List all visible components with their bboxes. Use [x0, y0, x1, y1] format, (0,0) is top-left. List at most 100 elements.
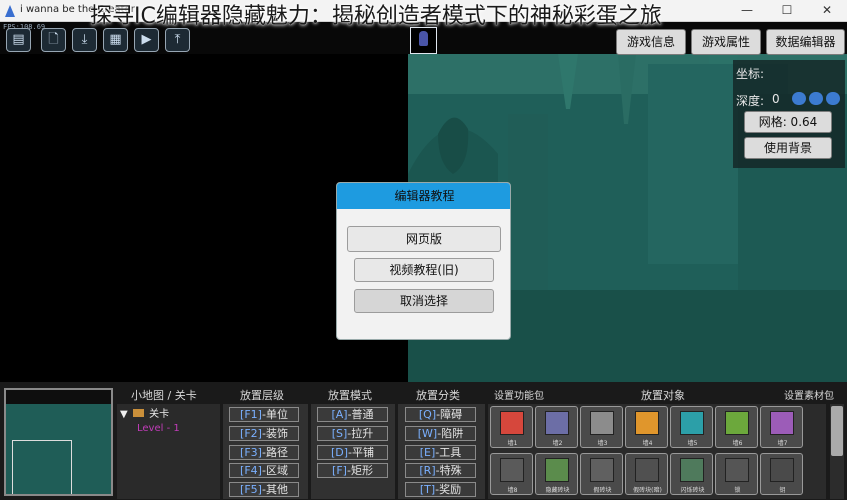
category-key: [W] — [417, 427, 438, 440]
tile-label: 墙4 — [642, 440, 653, 447]
depth-label: 深度: — [736, 94, 765, 108]
tile-preview-icon — [590, 458, 614, 482]
palette-scroll-thumb[interactable] — [831, 406, 843, 456]
tile-label: 假砖块 — [593, 487, 612, 494]
category-key: [E] — [419, 446, 436, 459]
layer-option-unit[interactable]: [F1]-单位 — [229, 407, 299, 422]
minimize-button[interactable]: — — [727, 0, 767, 22]
tile-preview-icon — [635, 458, 659, 482]
tile-preview-icon — [500, 411, 524, 435]
new-file-glyph: 🗋 — [48, 32, 59, 47]
layer-key: [F3] — [240, 446, 262, 459]
play-glyph: ▶ — [141, 32, 152, 47]
layer-text: -装饰 — [261, 427, 288, 440]
upload-glyph: ⤒ — [174, 32, 181, 47]
tile-label: 墙7 — [777, 440, 788, 447]
maximize-button[interactable]: ☐ — [767, 0, 807, 22]
pack-header[interactable]: 设置功能包 — [494, 387, 544, 402]
tile-label: 墙5 — [687, 440, 698, 447]
tile-label: 锁 — [734, 487, 741, 494]
layer-option-other[interactable]: [F5]-其他 — [229, 482, 299, 497]
tile-label: 钥 — [779, 487, 786, 494]
tree-level-row[interactable]: Level - 1 — [137, 423, 180, 434]
layer-option-decor[interactable]: [F2]-装饰 — [229, 426, 299, 441]
data-editor-button[interactable]: 数据编辑器 — [766, 29, 845, 55]
cancel-selection-button[interactable]: 取消选择 — [354, 289, 494, 313]
layer-text: -其他 — [261, 483, 288, 496]
object-tile[interactable]: 墙1 — [490, 406, 533, 448]
object-tile[interactable]: 隐藏砖块 — [535, 453, 578, 495]
layer-option-path[interactable]: [F3]-路径 — [229, 445, 299, 460]
tree-root-label: 关卡 — [149, 409, 170, 420]
category-option-trap[interactable]: [W]-陷阱 — [405, 426, 476, 441]
object-tile[interactable]: 墙7 — [760, 406, 803, 448]
tile-label: 墙6 — [732, 440, 743, 447]
object-tile[interactable]: 钥 — [760, 453, 803, 495]
object-tile[interactable]: 假砖块(暗) — [625, 453, 668, 495]
object-tile[interactable]: 墙5 — [670, 406, 713, 448]
mode-key: [S] — [331, 427, 348, 440]
category-text: -特殊 — [435, 464, 462, 477]
game-props-button[interactable]: 游戏属性 — [691, 29, 761, 55]
object-tile[interactable]: 闪烁砖块 — [670, 453, 713, 495]
property-panel: 坐标: 深度: 0 网格: 0.64 使用背景 — [733, 60, 845, 168]
category-header: 放置分类 — [416, 389, 460, 402]
tile-preview-icon — [545, 458, 569, 482]
new-file-icon[interactable]: 🗋 — [41, 28, 66, 52]
layer-text: -路径 — [261, 446, 288, 459]
depth-decrease-knob[interactable] — [792, 92, 806, 105]
mode-text: -平铺 — [348, 446, 375, 459]
object-tile[interactable]: 假砖块 — [580, 453, 623, 495]
tile-preview-icon — [545, 411, 569, 435]
object-tile[interactable]: 墙6 — [715, 406, 758, 448]
layer-option-area[interactable]: [F4]-区域 — [229, 463, 299, 478]
depth-increase-knob[interactable] — [826, 92, 840, 105]
game-info-button[interactable]: 游戏信息 — [616, 29, 686, 55]
object-tile[interactable]: 锁 — [715, 453, 758, 495]
tile-label: 墙8 — [507, 487, 518, 494]
video-tutorial-button[interactable]: 视频教程(旧) — [354, 258, 494, 282]
mode-text: -矩形 — [346, 464, 373, 477]
category-text: -奖励 — [435, 483, 462, 496]
tile-preview-icon — [590, 411, 614, 435]
tile-preview-icon — [680, 411, 704, 435]
material-header[interactable]: 设置素材包 — [784, 387, 834, 402]
web-version-button[interactable]: 网页版 — [347, 226, 501, 252]
object-tile[interactable]: 墙4 — [625, 406, 668, 448]
overlay-headline: 探寻IC编辑器隐藏魅力：揭秘创造者模式下的神秘彩蛋之旅 — [90, 4, 662, 29]
layer-key: [F4] — [240, 464, 262, 477]
object-header: 放置对象 — [641, 389, 685, 402]
object-tile[interactable]: 墙2 — [535, 406, 578, 448]
mode-option-normal[interactable]: [A]-普通 — [317, 407, 388, 422]
download-glyph: ⤓ — [81, 32, 88, 47]
depth-slider-knob[interactable] — [809, 92, 823, 105]
category-option-obstacle[interactable]: [Q]-障碍 — [405, 407, 476, 422]
mode-option-stretch[interactable]: [S]-拉升 — [317, 426, 388, 441]
object-tile[interactable]: 墙8 — [490, 453, 533, 495]
minimap-viewport[interactable] — [12, 440, 72, 494]
tile-preview-icon — [635, 411, 659, 435]
layer-key: [F2] — [240, 427, 262, 440]
mode-option-tile[interactable]: [D]-平铺 — [317, 445, 388, 460]
palette-scrollbar[interactable] — [830, 404, 844, 499]
layer-key: [F1] — [240, 408, 262, 421]
layer-text: -区域 — [261, 464, 288, 477]
category-option-special[interactable]: [R]-特殊 — [405, 463, 476, 478]
kid-icon — [419, 31, 428, 46]
tile-preview-icon — [725, 411, 749, 435]
object-tile[interactable]: 墙3 — [580, 406, 623, 448]
category-option-reward[interactable]: [T]-奖励 — [405, 482, 476, 497]
use-background-button[interactable]: 使用背景 — [744, 137, 832, 159]
category-option-tool[interactable]: [E]-工具 — [405, 445, 476, 460]
folder-icon[interactable]: ▤ — [6, 28, 31, 52]
folder-glyph: ▤ — [12, 32, 25, 47]
grid-size-button[interactable]: 网格: 0.64 — [744, 111, 832, 133]
mode-option-rect[interactable]: [F]-矩形 — [317, 463, 388, 478]
tile-preview-icon — [725, 458, 749, 482]
dialog-title: 编辑器教程 — [337, 183, 510, 209]
tree-root-row[interactable]: ▼ 关卡 — [120, 405, 169, 420]
minimap[interactable] — [4, 388, 113, 496]
category-text: -陷阱 — [437, 427, 464, 440]
close-button[interactable]: ✕ — [807, 0, 847, 22]
category-text: -障碍 — [436, 408, 463, 421]
